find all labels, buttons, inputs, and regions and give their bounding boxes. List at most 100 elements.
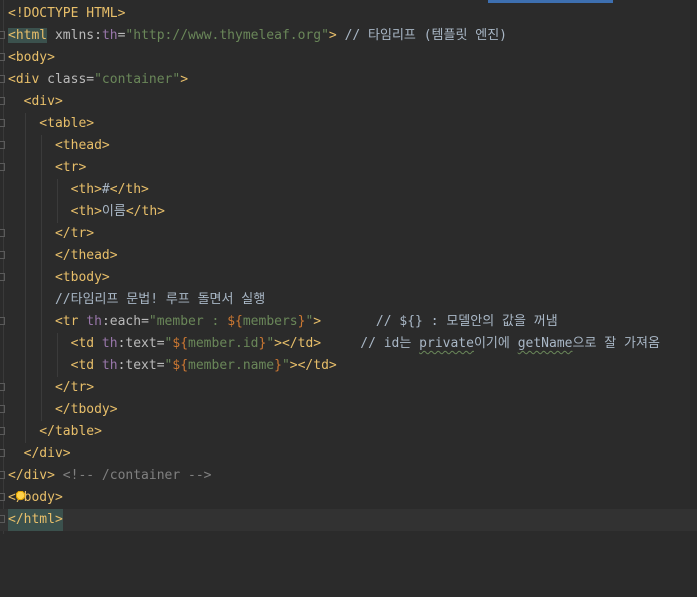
- quote: ": [266, 336, 275, 351]
- code-line-21[interactable]: </div>: [0, 443, 697, 465]
- class-value: "container": [94, 72, 181, 87]
- code-line-22[interactable]: </div> <!-- /container -->: [0, 465, 697, 487]
- tr-open-tag: <tr: [8, 314, 79, 329]
- code-line-1[interactable]: <!DOCTYPE HTML>: [0, 3, 697, 25]
- inline-comment: // id는: [321, 336, 420, 351]
- thead-open-tag: <thead>: [8, 138, 110, 153]
- td-close-tag: ></td>: [274, 336, 322, 351]
- fold-marker-icon[interactable]: [0, 493, 5, 501]
- fold-marker-icon[interactable]: [0, 53, 5, 61]
- quote: ": [281, 358, 290, 373]
- fold-marker-icon[interactable]: [0, 75, 5, 83]
- each-collection: members: [242, 314, 298, 329]
- table-close-tag: </table>: [8, 424, 102, 439]
- tbody-open-tag: <tbody>: [8, 270, 110, 285]
- inline-comment: 으로 잘 가져옴: [572, 336, 660, 351]
- th-namespace: th: [78, 314, 102, 329]
- code-line-15-text: <tr th:each="member : ${members}"> // ${…: [8, 311, 558, 333]
- th-content: #: [101, 182, 110, 197]
- tr-open-tag: <tr>: [8, 160, 87, 175]
- code-line-18[interactable]: </tr>: [0, 377, 697, 399]
- fold-marker-icon[interactable]: [0, 31, 5, 39]
- html-open-tag: <html: [8, 28, 48, 43]
- div-open-tag: <div>: [8, 94, 63, 109]
- fold-marker-icon[interactable]: [0, 119, 5, 127]
- code-line-10[interactable]: <th>이름</th>: [0, 201, 697, 223]
- tr-close-tag: </tr>: [8, 380, 95, 395]
- code-line-8[interactable]: <tr>: [0, 157, 697, 179]
- td-close-tag: ></td>: [289, 358, 337, 373]
- code-line-3[interactable]: <body>: [0, 47, 697, 69]
- html-tag-close: >: [328, 28, 337, 43]
- code-line-23[interactable]: </body>: [0, 487, 697, 509]
- code-line-2[interactable]: <html xmlns:th="http://www.thymeleaf.org…: [0, 25, 697, 47]
- body-close-tag-end: body>: [23, 490, 63, 505]
- code-editor[interactable]: <!DOCTYPE HTML> <html xmlns:th="http://w…: [0, 0, 697, 534]
- expr-close: }: [274, 358, 282, 373]
- fold-marker-icon[interactable]: [0, 229, 5, 237]
- tr-tag-close: >: [313, 314, 322, 329]
- html-close-tag: </html>: [8, 509, 63, 531]
- body-open-tag: <body>: [8, 50, 55, 65]
- fold-marker-icon[interactable]: [0, 97, 5, 105]
- text-attr: :text=: [117, 336, 165, 351]
- inline-comment-word: private: [419, 336, 474, 351]
- td-open-tag: <td: [8, 336, 95, 351]
- code-line-17[interactable]: <td th:text="${member.name}"></td>: [0, 355, 697, 377]
- fold-marker-icon[interactable]: [0, 471, 5, 479]
- inline-comment-word: getName: [517, 336, 573, 351]
- table-open-tag: <table>: [8, 116, 95, 131]
- each-variable: member :: [156, 314, 228, 329]
- code-line-10-text: <th>이름</th>: [8, 201, 165, 223]
- code-line-5[interactable]: <div>: [0, 91, 697, 113]
- fold-marker-icon[interactable]: [0, 515, 5, 523]
- code-line-4-text: <div class="container">: [8, 69, 188, 91]
- xmlns-value: "http://www.thymeleaf.org": [125, 28, 329, 43]
- fold-marker-icon[interactable]: [0, 449, 5, 457]
- code-line-2-text: <html xmlns:th="http://www.thymeleaf.org…: [8, 25, 507, 47]
- fold-marker-icon[interactable]: [0, 273, 5, 281]
- code-line-16-text: <td th:text="${member.id}"></td> // id는 …: [8, 333, 660, 355]
- tr-close-tag: </tr>: [8, 226, 95, 241]
- each-attr: :each=: [101, 314, 149, 329]
- code-line-19[interactable]: </tbody>: [0, 399, 697, 421]
- fold-marker-icon[interactable]: [0, 163, 5, 171]
- fold-marker-icon[interactable]: [0, 141, 5, 149]
- code-line-12[interactable]: </thead>: [0, 245, 697, 267]
- code-line-16[interactable]: <td th:text="${member.id}"></td> // id는 …: [0, 333, 697, 355]
- th-close-tag: </th>: [109, 182, 149, 197]
- fold-marker-icon[interactable]: [0, 317, 5, 325]
- div-tag-close: >: [180, 72, 189, 87]
- fold-marker-icon[interactable]: [0, 383, 5, 391]
- code-line-9[interactable]: <th>#</th>: [0, 179, 697, 201]
- fold-marker-icon[interactable]: [0, 251, 5, 259]
- th-open-tag: <th>: [8, 204, 102, 219]
- code-line-9-text: <th>#</th>: [8, 179, 149, 201]
- text-attr: :text=: [117, 358, 165, 373]
- expr-open: ${: [227, 314, 243, 329]
- code-line-20[interactable]: </table>: [0, 421, 697, 443]
- div-close-tag: </div>: [8, 468, 55, 483]
- inline-comment: // ${} : 모델안의 값을 꺼냄: [321, 314, 558, 329]
- code-line-24[interactable]: </html>: [0, 509, 697, 531]
- fold-marker-icon[interactable]: [0, 427, 5, 435]
- code-line-11[interactable]: </tr>: [0, 223, 697, 245]
- expr-open: ${: [172, 336, 189, 351]
- expr-value: member.name: [188, 358, 275, 373]
- div-open-tag: <div: [8, 72, 40, 87]
- code-line-15[interactable]: <tr th:each="member : ${members}"> // ${…: [0, 311, 697, 333]
- code-line-14[interactable]: //타임리프 문법! 루프 돌면서 실행: [0, 289, 697, 311]
- expr-open: ${: [172, 358, 189, 373]
- fold-marker-icon[interactable]: [0, 405, 5, 413]
- code-line-13[interactable]: <tbody>: [0, 267, 697, 289]
- quote: ": [148, 314, 157, 329]
- code-line-4[interactable]: <div class="container">: [0, 69, 697, 91]
- code-line-6[interactable]: <table>: [0, 113, 697, 135]
- th-content: 이름: [101, 204, 126, 219]
- html-comment: <!-- /container -->: [54, 468, 212, 483]
- th-namespace: th: [101, 28, 118, 43]
- korean-comment-text: //타임리프 문법! 루프 돌면서 실행: [8, 292, 266, 307]
- comment-text: // 타임리프 (템플릿 엔진): [336, 28, 508, 43]
- code-line-7[interactable]: <thead>: [0, 135, 697, 157]
- th-namespace: th: [94, 336, 118, 351]
